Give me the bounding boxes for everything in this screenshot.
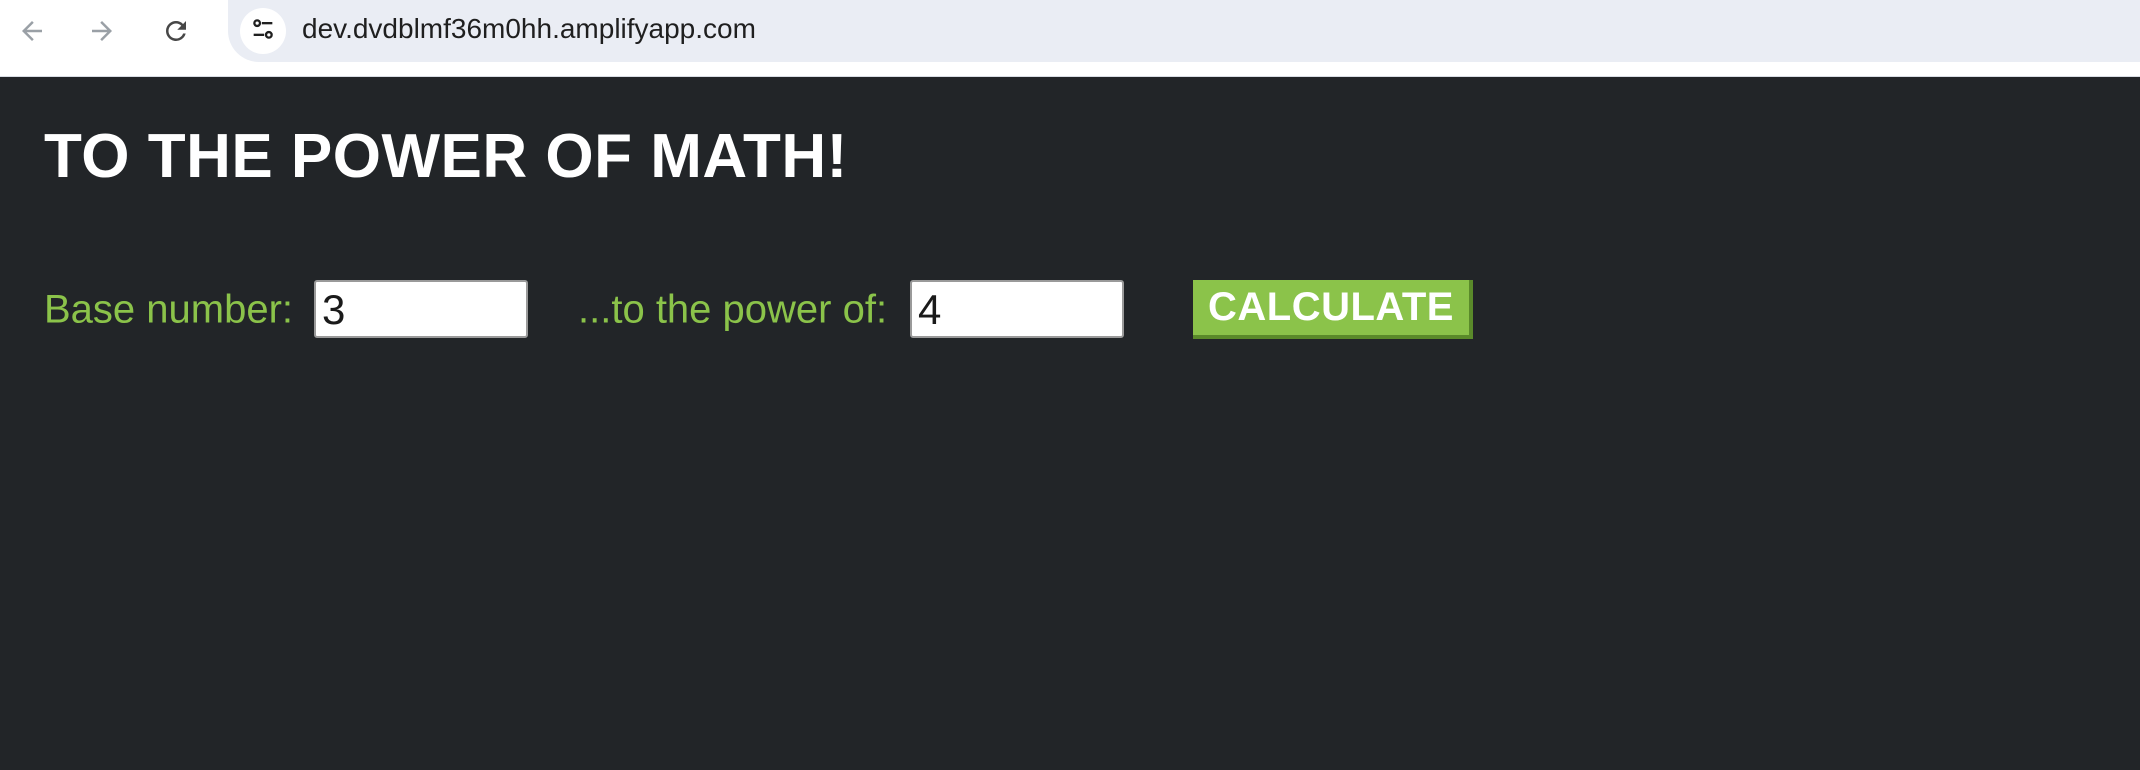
page-content: TO THE POWER OF MATH! Base number: ...to… bbox=[0, 77, 2140, 770]
address-bar[interactable]: dev.dvdblmf36m0hh.amplifyapp.com bbox=[228, 0, 2140, 62]
reload-button[interactable] bbox=[152, 8, 200, 54]
calculate-button[interactable]: CALCULATE bbox=[1193, 280, 1473, 339]
arrow-right-icon bbox=[87, 16, 117, 46]
back-button[interactable] bbox=[8, 8, 56, 54]
site-info-button[interactable] bbox=[240, 8, 286, 54]
forward-button[interactable] bbox=[78, 8, 126, 54]
url-text[interactable]: dev.dvdblmf36m0hh.amplifyapp.com bbox=[302, 13, 756, 45]
page-title: TO THE POWER OF MATH! bbox=[44, 122, 848, 191]
power-input[interactable] bbox=[910, 280, 1124, 338]
power-label: ...to the power of: bbox=[578, 287, 888, 332]
tune-icon bbox=[249, 15, 277, 48]
reload-icon bbox=[161, 16, 191, 46]
browser-toolbar: dev.dvdblmf36m0hh.amplifyapp.com bbox=[0, 0, 2140, 77]
arrow-left-icon bbox=[17, 16, 47, 46]
base-number-label: Base number: bbox=[44, 287, 294, 332]
base-number-input[interactable] bbox=[314, 280, 528, 338]
